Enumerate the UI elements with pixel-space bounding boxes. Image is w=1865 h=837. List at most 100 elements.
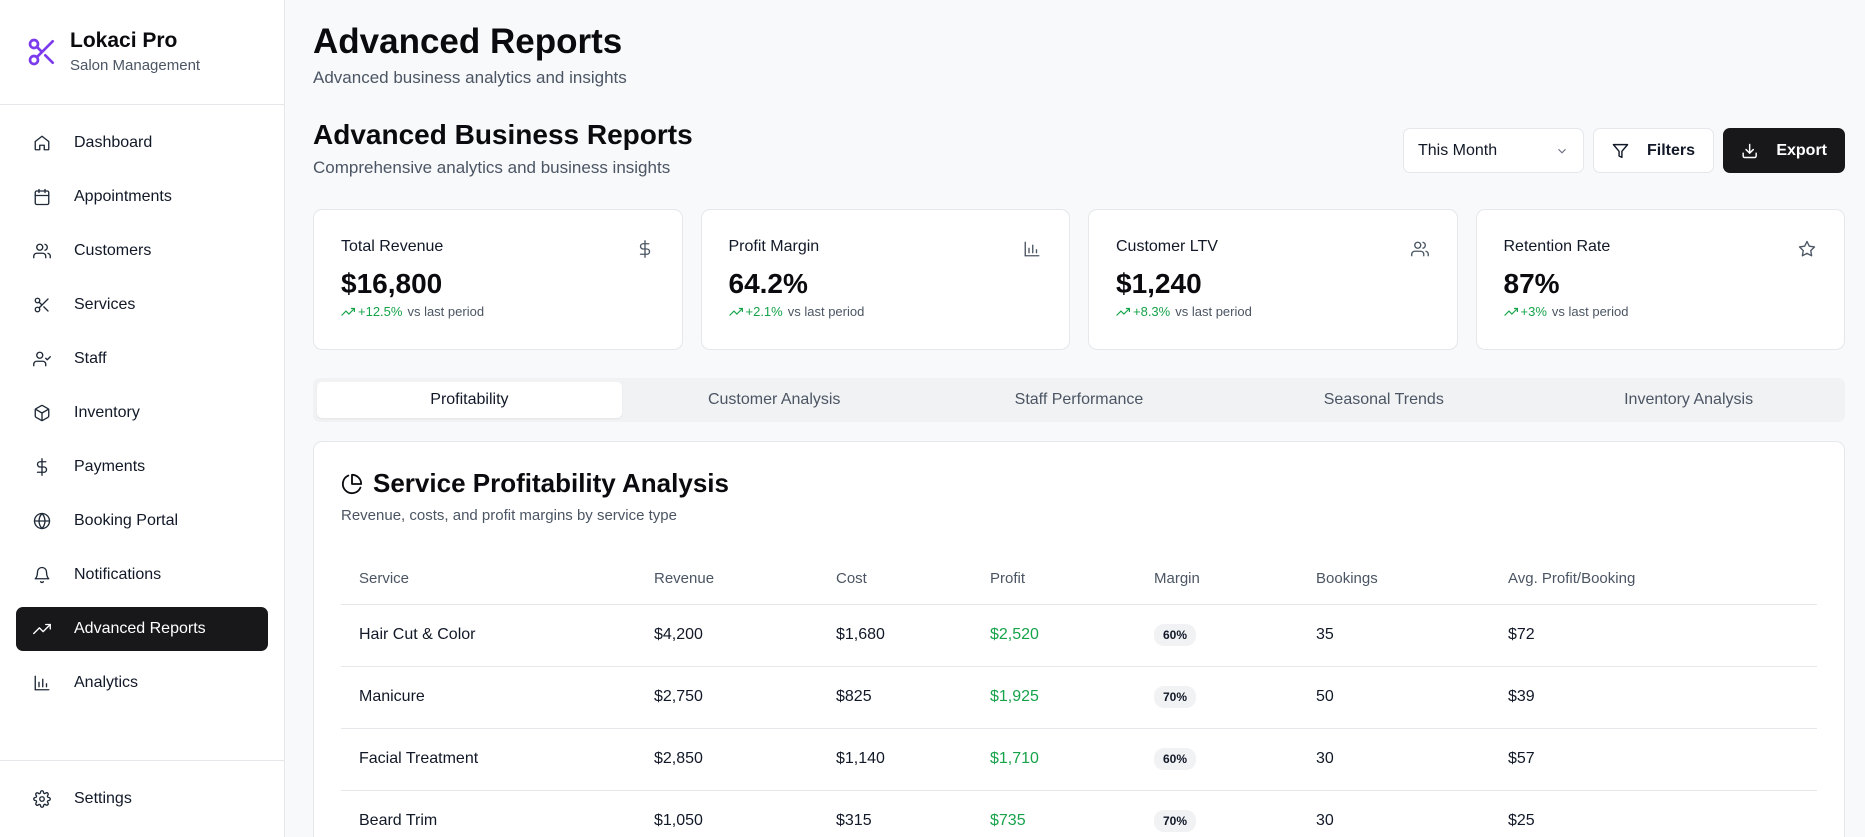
report-toolbar: This Month Filters Export [1403,128,1845,173]
cell-bookings: 30 [1298,790,1490,837]
sidebar-item-label: Analytics [74,674,139,691]
tab-seasonal-trends[interactable]: Seasonal Trends [1231,382,1536,418]
cell-profit: $2,520 [972,604,1136,667]
cell-margin: 60% [1136,728,1298,791]
table-row: Manicure $2,750 $825 $1,925 70% 50 $39 [341,666,1817,729]
cell-avg-profit: $25 [1490,790,1817,837]
tab-profitability[interactable]: Profitability [317,382,622,418]
period-select[interactable]: This Month [1403,128,1584,173]
cell-service: Beard Trim [341,790,636,837]
sidebar-item-label: Booking Portal [74,512,179,529]
sidebar-item-appointments[interactable]: Appointments [16,175,268,219]
kpi-change-value: +2.1% [745,304,783,319]
cell-bookings: 35 [1298,604,1490,667]
margin-badge: 60% [1154,624,1197,646]
kpi-change: +12.5% vs last period [341,304,655,319]
sidebar-item-payments[interactable]: Payments [16,445,268,489]
cell-profit: $735 [972,790,1136,837]
filters-button-label: Filters [1646,141,1695,159]
trending-up-icon [1503,307,1518,316]
sidebar-item-dashboard[interactable]: Dashboard [16,121,268,165]
kpi-change-suffix: vs last period [407,304,485,319]
star-icon [1798,240,1816,258]
bar-chart-icon [32,673,52,693]
sidebar-item-advanced-reports[interactable]: Advanced Reports [16,607,268,651]
brand-tagline: Salon Management [70,57,201,74]
filter-icon [1612,143,1629,158]
sidebar-item-services[interactable]: Services [16,283,268,327]
service-profitability-panel: Service Profitability Analysis Revenue, … [313,441,1845,837]
kpi-value: 87% [1503,268,1560,299]
bar-chart-icon [1023,240,1041,258]
trending-up-icon [728,307,743,316]
sidebar-item-customers[interactable]: Customers [16,229,268,273]
kpi-title: Profit Margin [728,238,820,255]
cell-bookings: 30 [1298,728,1490,791]
dollar-icon [636,240,654,258]
filters-button[interactable]: Filters [1593,128,1714,173]
column-header: Service [341,554,636,605]
kpi-value: $1,240 [1116,268,1202,299]
sidebar-item-staff[interactable]: Staff [16,337,268,381]
table-header-row: Service Revenue Cost Profit Margin Booki… [341,554,1817,605]
column-header: Revenue [636,554,818,605]
sidebar-item-settings[interactable]: Settings [16,777,268,821]
column-header: Profit [972,554,1136,605]
sidebar-item-booking-portal[interactable]: Booking Portal [16,499,268,543]
tab-staff-performance[interactable]: Staff Performance [927,382,1232,418]
user-check-icon [32,349,52,369]
main-content: Advanced Reports Advanced business analy… [286,0,1865,837]
cell-avg-profit: $72 [1490,604,1817,667]
panel-subtitle: Revenue, costs, and profit margins by se… [341,507,677,524]
cell-avg-profit: $57 [1490,728,1817,791]
column-header: Cost [818,554,972,605]
column-header: Bookings [1298,554,1490,605]
cell-service: Manicure [341,666,636,729]
globe-icon [32,511,52,531]
cell-service: Facial Treatment [341,728,636,791]
sidebar-item-label: Inventory [74,404,140,421]
section-subtitle: Comprehensive analytics and business ins… [313,158,671,177]
tab-inventory-analysis[interactable]: Inventory Analysis [1536,382,1841,418]
kpi-title: Retention Rate [1503,238,1611,255]
chevron-down-icon [1558,148,1566,154]
margin-badge: 70% [1154,686,1197,708]
scissors-icon [32,295,52,315]
kpi-change: +2.1% vs last period [728,304,1043,319]
pie-chart-icon [341,473,363,494]
sidebar-item-label: Staff [74,350,107,367]
sidebar-item-inventory[interactable]: Inventory [16,391,268,435]
kpi-card-customer-ltv: Customer LTV $1,240 +8.3% vs last period [1088,209,1458,350]
cell-revenue: $1,050 [636,790,818,837]
cell-service: Hair Cut & Color [341,604,636,667]
kpi-card-profit-margin: Profit Margin 64.2% +2.1% vs last period [700,209,1070,350]
users-icon [32,241,52,261]
trending-up-icon [32,619,52,639]
sidebar-item-notifications[interactable]: Notifications [16,553,268,597]
kpi-change-value: +12.5% [358,304,403,319]
kpi-change-value: +8.3% [1133,304,1171,319]
margin-badge: 70% [1154,810,1197,832]
sidebar-footer: Settings [0,760,284,831]
sidebar-item-analytics[interactable]: Analytics [16,661,268,705]
table-row: Facial Treatment $2,850 $1,140 $1,710 60… [341,728,1817,791]
kpi-value: 64.2% [728,268,808,299]
kpi-change: +8.3% vs last period [1116,304,1430,319]
cell-revenue: $2,750 [636,666,818,729]
kpi-change-value: +3% [1520,304,1547,319]
page-title: Advanced Reports [313,22,623,61]
export-button-label: Export [1776,141,1827,159]
sidebar-item-label: Advanced Reports [74,620,206,637]
scissors-logo-icon [28,38,54,66]
tab-customer-analysis[interactable]: Customer Analysis [622,382,927,418]
cell-margin: 70% [1136,790,1298,837]
export-button[interactable]: Export [1723,128,1845,173]
cell-revenue: $4,200 [636,604,818,667]
cell-margin: 70% [1136,666,1298,729]
kpi-card-total-revenue: Total Revenue $16,800 +12.5% vs last per… [313,209,683,350]
home-icon [32,133,52,153]
margin-badge: 60% [1154,748,1197,770]
trending-up-icon [341,307,355,316]
sidebar-item-label: Settings [74,790,132,807]
sidebar-nav: Dashboard Appointments Customers Service… [0,105,284,705]
